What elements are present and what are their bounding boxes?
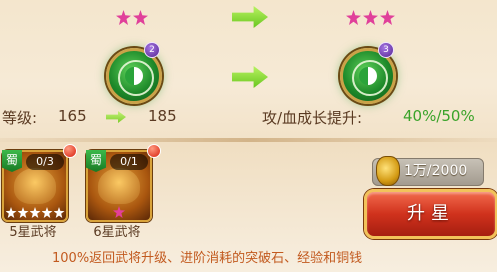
growth-label: 攻/血成长提升: [262,109,363,127]
material-count: 0/1 [110,154,148,170]
star-icon [133,10,148,25]
star-icon [380,10,395,25]
star-icon [346,10,361,25]
refund-note: 100%返回武将升级、进阶消耗的突破石、经验和铜钱 [52,251,363,266]
level-from: 165 [58,107,87,125]
material-count: 0/3 [26,154,64,170]
material-label: 6星武将 [93,225,141,240]
notification-dot-icon [63,144,77,158]
star-icon [41,207,53,218]
next-rank-badge: 3 [378,42,394,58]
yin-yang-icon [359,67,377,85]
growth-value: 40%/50% [403,107,475,125]
hero-portrait [98,168,140,204]
next-star-rating [346,10,395,25]
star-icon [116,10,131,25]
hero-star-rating [88,206,150,218]
star-icon [29,207,41,218]
yin-yang-icon [125,67,143,85]
star-icon [53,207,65,218]
star-icon [113,206,125,218]
notification-dot-icon [147,144,161,158]
hero-portrait [14,168,56,204]
gold-coin-icon [376,156,400,186]
current-star-rating [116,10,148,25]
level-label: 等级: [2,109,38,127]
faction-tag: 蜀 [86,150,106,172]
star-icon [363,10,378,25]
star-icon [17,207,29,218]
material-hero-card-5star[interactable]: 蜀 0/3 [2,150,68,222]
material-label: 5星武将 [9,225,57,240]
upgrade-star-button[interactable]: 升星 [364,189,497,239]
material-hero-card-6star[interactable]: 蜀 0/1 [86,150,152,222]
cost-value: 1万/2000 [404,163,468,179]
star-icon [5,207,17,218]
current-rank-badge: 2 [144,42,160,58]
faction-tag: 蜀 [2,150,22,172]
hero-star-rating [4,207,66,218]
level-to: 185 [148,107,177,125]
